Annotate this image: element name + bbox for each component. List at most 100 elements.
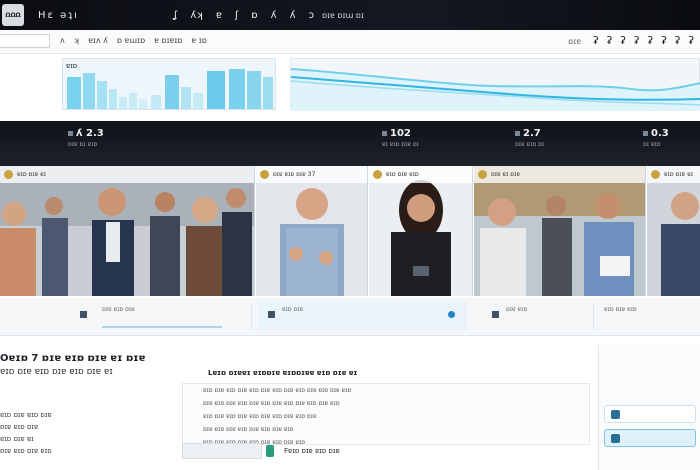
secondary-toolbar: ʌ ʞ ɐɪʌ ʎ ɒ ɐɯɪɒ ɐ ɒɪɐɪɒ ɐ ɪɒ ɒɪɐ ʡ ʡ ʡ … <box>0 30 700 54</box>
top-menu-item[interactable]: ɒ <box>251 10 257 21</box>
photo-card[interactable]: ɐɪɒ ɒɪɐ ɐɪɒ <box>369 166 473 296</box>
secondary-nav-item[interactable]: ʡ <box>648 34 654 47</box>
footer-label: Fɐɪɒ ɒɪɐ ɐɪɒ ɒɪɐ <box>284 447 340 455</box>
person-head <box>192 197 218 223</box>
person-head <box>2 202 26 226</box>
top-menu-item[interactable]: ʎ <box>290 10 296 21</box>
side-card-active[interactable] <box>604 429 696 447</box>
section-description: Lɐɪɒ ɒɪɐɐɪ ɐɪɒɒɪɐ ɐɪɒɒɪɐɐ ɐɪɒ ɒɪɐ ɐɪ <box>208 369 358 377</box>
photo-caption: ɐɪɒ ɒɪɐ ɐɪ <box>17 171 46 178</box>
bottom-content: Oɐɪɒ 7 ɒɪɐ ɐɪɒ ɒɪɐ ɐɪ ɒɪɐ ɐɪɒ ɒɪɐ ɐɪɒ ɒɪ… <box>0 345 700 470</box>
phone <box>413 266 429 276</box>
secondary-menu-item[interactable]: ɐ ɒɪɐɪɒ <box>154 36 182 45</box>
secondary-nav: ɒɪɐ ʡ ʡ ʡ ʡ ʡ ʡ ʡ ʡ <box>568 34 694 47</box>
app-logo[interactable]: ΩΩΩ <box>2 4 24 26</box>
list-item: ɒɪɐ ɐɪɒ ɒɪɐ <box>0 423 39 431</box>
stat-value: 0.3 <box>651 128 669 139</box>
secondary-nav-item[interactable]: ʡ <box>661 34 667 47</box>
card-toolbar-strip: ɒɪɐ ɐɪɒ ɒɪɐ ɐɪɒ ɒɪɐ ɒɪɐ ɐɪɒ ɐɪɒ ɒɪɐ ɐɪɒ <box>0 298 700 336</box>
secondary-menu-item[interactable]: ɒ ɐɯɪɒ <box>117 36 145 45</box>
bar-chart-svg <box>67 69 273 109</box>
team-photo-image <box>474 166 645 296</box>
stat-caption: ɒɪɐ ɒɪ ɐɪɒ <box>68 141 98 148</box>
photo-card[interactable]: ɒɪɐ ɐɪ ɒɪɐ <box>474 166 646 296</box>
top-menu-item[interactable]: ɔ <box>309 10 315 21</box>
toolbar-segment[interactable]: ɐɪɒ ɒɪɐ ɐɪɒ <box>598 302 700 330</box>
person-body <box>391 232 451 296</box>
top-menu-item[interactable]: ʎʞ <box>190 10 203 21</box>
person-head <box>98 188 126 216</box>
stat-icon <box>515 131 520 136</box>
secondary-nav-item[interactable]: ʡ <box>675 34 681 47</box>
hand <box>289 247 303 261</box>
square-icon <box>492 311 499 318</box>
toolbar-segment[interactable]: ɒɪɐ ɐɪɒ ɒɪɐ <box>62 302 252 330</box>
section-heading: Oɐɪɒ 7 ɒɪɐ ɐɪɒ ɒɪɐ ɐɪ ɒɪɐ <box>0 353 146 364</box>
photo-caption: ɐɪɒ ɒɪɐ ɐɪ <box>664 171 693 178</box>
photo-gallery: ɐɪɒ ɒɪɐ ɐɪ ɒɪɐ ɐɪɒ ɒɪɐ 37 ɐɪɒ ɒɪɐ ɐɪɒ ɒɪ… <box>0 166 700 298</box>
chart-bar <box>263 77 273 109</box>
photo-caption: ɒɪɐ ɐɪ ɒɪɐ <box>491 171 520 178</box>
area-chart-thumbnail[interactable] <box>290 58 700 111</box>
list-item: ɐɪɒ ɒɪɐ ɐɪ <box>0 435 34 443</box>
top-menu-item[interactable]: ʎ <box>271 10 277 21</box>
chart-bar <box>67 77 81 109</box>
stat-icon <box>382 131 387 136</box>
chart-bar <box>109 89 117 109</box>
footer-button[interactable] <box>182 443 262 459</box>
text-list: ɐɪɒ ɒɪɐ ɐɪɒ ɒɪɐ ɒɪɐ ɐɪɒ ɒɪɐ ɐɪɒ ɒɪɐ ɐɪ ɒ… <box>0 409 52 457</box>
toolbar-text: ɐɪɒ ɒɪɐ <box>282 306 304 313</box>
secondary-menu-item[interactable]: ɐɪʌ ʎ <box>88 36 108 45</box>
side-card[interactable] <box>604 405 696 423</box>
stat-item[interactable]: ʎ 2.3 ɒɪɐ ɒɪ ɐɪɒ <box>68 128 104 148</box>
person-body <box>222 212 252 296</box>
person-head <box>226 188 246 208</box>
photo-card[interactable]: ɐɪɒ ɒɪɐ ɐɪ <box>647 166 700 296</box>
toolbar-segment[interactable]: ɐɪɒ ɒɪɐ <box>258 302 466 330</box>
list-item: ɐɪɒ ɒɪɐ ɐɪɒ ɒɪɐ <box>0 411 52 419</box>
person-photo-image <box>647 166 700 296</box>
app-title: Hɛ ǝʇı <box>38 9 79 21</box>
photo-card[interactable]: ɐɪɒ ɒɪɐ ɐɪ <box>0 166 255 296</box>
text-line: ɒɪɐ ɐɪɒ ɒɪɐ ɐɪɒ ɒɪɐ ɐɪɒ ɒɪɐ ɐɪɒ ɒɪɐ ɐɪɒ … <box>203 400 340 407</box>
panel-footer: Fɐɪɒ ɒɪɐ ɐɪɒ ɒɪɐ <box>182 443 340 459</box>
badge-icon <box>373 170 382 179</box>
stat-item[interactable]: 0.3 ɒɪ ɐɪɒ <box>643 128 669 148</box>
text-line: ɐɪɒ ɒɪɐ ɐɪɒ ɒɪɐ ɐɪɒ ɒɪɐ ɐɪɒ ɒɪɐ ɐɪɒ ɒɪɐ <box>203 413 317 420</box>
search-input[interactable] <box>0 34 50 48</box>
badge-icon <box>260 170 269 179</box>
secondary-menu-item[interactable]: ɐ ɪɒ <box>191 36 206 45</box>
square-icon <box>268 311 275 318</box>
secondary-nav-item[interactable]: ʡ <box>620 34 626 47</box>
secondary-menu: ʌ ʞ ɐɪʌ ʎ ɒ ɐɯɪɒ ɐ ɒɪɐɪɒ ɐ ɪɒ <box>60 36 207 45</box>
secondary-menu-item[interactable]: ʌ <box>60 36 65 45</box>
top-menu-item[interactable]: ɐ <box>216 10 222 21</box>
stat-item[interactable]: 102 ɐɪ ɐɪɒ ɒɪɐ ɒɪ <box>382 128 419 148</box>
stat-caption: ɐɪ ɐɪɒ ɒɪɐ ɒɪ <box>382 141 419 148</box>
area-chart-svg <box>291 68 700 111</box>
photo-caption-bar: ɒɪɐ ɐɪɒ ɒɪɐ 37 <box>256 166 367 183</box>
person-photo-image <box>256 166 367 296</box>
secondary-nav-item[interactable]: ʡ <box>634 34 640 47</box>
photo-card[interactable]: ɒɪɐ ɐɪɒ ɒɪɐ 37 <box>256 166 368 296</box>
file-icon <box>266 445 274 457</box>
text-line: ɒɪɐ ɐɪɒ ɒɪɐ ɐɪɒ ɒɪɐ ɐɪɒ ɒɪɐ ɐɪɒ <box>203 426 294 433</box>
toolbar-segment[interactable]: ɒɪɐ ɐɪɒ <box>474 302 594 330</box>
secondary-nav-item[interactable]: ʡ <box>688 34 694 47</box>
person-head <box>595 193 621 219</box>
secondary-nav-item[interactable]: ʡ <box>593 34 599 47</box>
person-body <box>480 228 526 296</box>
stat-item[interactable]: 2.7 ɒɪɐ ɐɪɒ ɒɪ <box>515 128 544 148</box>
secondary-menu-item[interactable]: ʞ <box>74 36 79 45</box>
person-body <box>150 216 180 296</box>
shirt <box>106 222 120 262</box>
stat-value: 102 <box>390 128 411 139</box>
secondary-nav-item[interactable]: ʡ <box>607 34 613 47</box>
top-menu-item[interactable]: ʆ <box>174 10 177 21</box>
top-menu-item[interactable]: ʃ <box>235 10 238 21</box>
person-head <box>45 197 63 215</box>
top-menu: ʆ ʎʞ ɐ ʃ ɒ ʎ ʎ ɔ <box>174 10 314 21</box>
bar-chart-thumbnail[interactable]: ɐɪɒ <box>62 58 276 110</box>
square-icon <box>611 434 620 443</box>
photo-caption: ɐɪɒ ɒɪɐ ɐɪɒ <box>386 171 419 178</box>
